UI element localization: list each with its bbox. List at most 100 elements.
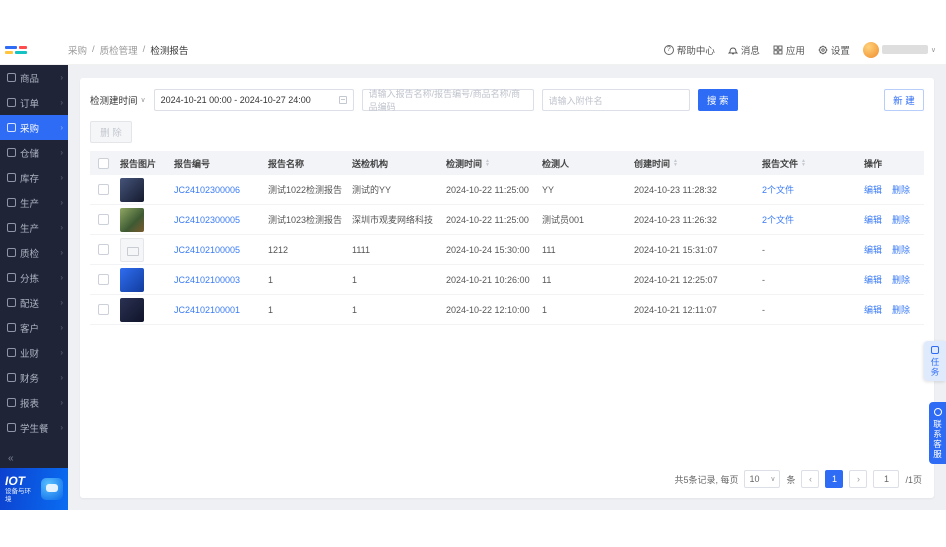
gear-icon	[818, 45, 828, 54]
report-no-link[interactable]: JC24102100005	[174, 245, 240, 255]
sidebar-item-delivery[interactable]: 配送 ›	[0, 290, 68, 315]
prev-page-button[interactable]: ‹	[801, 470, 820, 488]
sidebar-item-production[interactable]: 生产 ›	[0, 190, 68, 215]
chevron-right-icon: ›	[60, 348, 63, 357]
customer-service-float-button[interactable]: 联系客服	[929, 402, 946, 464]
report-files-link[interactable]: 2个文件	[762, 213, 794, 226]
production-2-icon	[7, 223, 16, 232]
chevron-right-icon: ›	[60, 123, 63, 132]
sidebar-item-finance[interactable]: 财务 ›	[0, 365, 68, 390]
sidebar-item-reports[interactable]: 报表 ›	[0, 390, 68, 415]
reports-icon	[7, 398, 16, 407]
edit-link[interactable]: 编辑	[864, 303, 882, 316]
report-thumbnail[interactable]	[120, 207, 144, 232]
report-name-cell: 1	[268, 304, 274, 315]
report-thumbnail[interactable]	[120, 237, 144, 262]
sidebar-item-biz-finance[interactable]: 业财 ›	[0, 340, 68, 365]
keyword-input[interactable]: 请输入报告名称/报告编号/商品名称/商品编码	[361, 89, 534, 112]
row-checkbox[interactable]	[97, 244, 109, 255]
agency-cell: 1	[352, 274, 358, 285]
report-no-link[interactable]: JC24102300005	[174, 215, 240, 225]
app-logo	[0, 45, 68, 54]
delete-link[interactable]: 删除	[892, 183, 910, 196]
report-thumbnail[interactable]	[120, 267, 144, 292]
column-header[interactable]: 报告文件 ▲ ▼	[758, 157, 860, 170]
delete-link[interactable]: 删除	[892, 243, 910, 256]
report-thumbnail[interactable]	[120, 177, 144, 202]
report-name-cell: 1	[268, 274, 274, 285]
sidebar-item-quality[interactable]: 质检 ›	[0, 240, 68, 265]
time-type-select[interactable]: 检测建时间 ∨	[90, 93, 146, 107]
sidebar-item-sorting[interactable]: 分拣 ›	[0, 265, 68, 290]
report-no-link[interactable]: JC24102300006	[174, 185, 240, 195]
sidebar-item-student-meals[interactable]: 学生餐 ›	[0, 415, 68, 440]
task-float-button[interactable]: 任务	[924, 341, 946, 381]
orders-icon	[7, 98, 16, 107]
page-1-button[interactable]: 1	[825, 470, 844, 488]
sidebar-item-label: 学生餐	[20, 423, 49, 435]
delete-link[interactable]: 删除	[892, 303, 910, 316]
edit-link[interactable]: 编辑	[864, 243, 882, 256]
iot-banner[interactable]: IOT 设备与环境	[0, 468, 68, 510]
sidebar-item-warehouse[interactable]: 仓储 ›	[0, 140, 68, 165]
sort-icon[interactable]: ▲ ▼	[673, 158, 678, 168]
production-icon	[7, 198, 16, 207]
column-header[interactable]: 创建时间 ▲ ▼	[630, 157, 758, 170]
search-button[interactable]: 搜 索	[697, 89, 738, 111]
chevron-right-icon: ›	[60, 248, 63, 257]
pagination-total: 共5条记录, 每页	[674, 474, 739, 485]
sidebar-item-customers[interactable]: 客户 ›	[0, 315, 68, 340]
report-no-link[interactable]: JC24102100001	[174, 305, 240, 315]
column-header[interactable]: 检测时间 ▲ ▼	[442, 157, 538, 170]
created-time-cell: 2024-10-21 15:31:07	[634, 244, 718, 255]
delete-link[interactable]: 删除	[892, 273, 910, 286]
sidebar-collapse-icon[interactable]: «	[0, 451, 68, 468]
sidebar-item-label: 分拣	[20, 273, 40, 285]
avatar	[862, 41, 879, 58]
next-page-button[interactable]: ›	[849, 470, 868, 488]
help-center-button[interactable]: ? 帮助中心	[663, 43, 715, 57]
report-files-link[interactable]: 2个文件	[762, 183, 794, 196]
apps-button[interactable]: 应用	[773, 43, 805, 57]
new-button[interactable]: 新 建	[884, 89, 924, 111]
sidebar-item-inventory[interactable]: 库存 ›	[0, 165, 68, 190]
page-jump-input[interactable]: 1	[873, 470, 900, 488]
agency-cell: 1	[352, 304, 358, 315]
test-time-cell: 2024-10-24 15:30:00	[446, 244, 530, 255]
row-checkbox[interactable]	[97, 184, 109, 195]
date-range-input[interactable]: 2024-10-21 00:00 - 2024-10-27 24:00	[153, 89, 354, 111]
report-no-link[interactable]: JC24102100003	[174, 275, 240, 285]
sidebar: 商品 › 订单 › 采购 › 仓储 › 库存 › 生产 › 生产 › 质检 › 分拣 › 配送 › 客户 › 业财 › 财务 › 报…	[0, 65, 68, 510]
iot-logo-icon	[41, 478, 63, 500]
test-time-cell: 2024-10-22 11:25:00	[446, 184, 529, 195]
row-checkbox[interactable]	[97, 274, 109, 285]
row-checkbox[interactable]	[97, 304, 109, 315]
edit-link[interactable]: 编辑	[864, 183, 882, 196]
chevron-down-icon: ∨	[140, 97, 146, 104]
per-page-select[interactable]: 10 ∨	[744, 470, 781, 488]
table-header: 报告图片 报告编号 报告名称 送检机构 检测时间 ▲ ▼ 检测人 创建时间 ▲ ▼ 报告文件 ▲ ▼ 操作	[90, 151, 924, 175]
chevron-down-icon: ∨	[930, 46, 936, 54]
edit-link[interactable]: 编辑	[864, 213, 882, 226]
sidebar-item-goods[interactable]: 商品 ›	[0, 65, 68, 90]
messages-button[interactable]: 消息	[727, 43, 760, 57]
sort-icon[interactable]: ▲ ▼	[801, 158, 806, 168]
settings-button[interactable]: 设置	[818, 43, 850, 57]
sidebar-item-purchase[interactable]: 采购 ›	[0, 115, 68, 140]
sidebar-item-production-2[interactable]: 生产 ›	[0, 215, 68, 240]
breadcrumb-item[interactable]: 采购	[68, 43, 87, 57]
delete-button-disabled[interactable]: 删 除	[90, 121, 132, 143]
sort-icon[interactable]: ▲ ▼	[485, 158, 490, 168]
report-thumbnail[interactable]	[120, 297, 144, 322]
row-checkbox[interactable]	[97, 214, 109, 225]
sidebar-item-orders[interactable]: 订单 ›	[0, 90, 68, 115]
tester-cell: 11	[542, 274, 552, 285]
files-cell: 2个文件	[758, 183, 860, 196]
user-menu[interactable]: ∨	[862, 41, 936, 58]
edit-link[interactable]: 编辑	[864, 273, 882, 286]
attachment-name-input[interactable]: 请输入附件名	[541, 89, 690, 111]
breadcrumb-item[interactable]: 质检管理	[100, 43, 138, 57]
select-all-checkbox[interactable]	[97, 157, 109, 169]
delete-link[interactable]: 删除	[892, 213, 910, 226]
chevron-right-icon: ›	[60, 298, 63, 307]
